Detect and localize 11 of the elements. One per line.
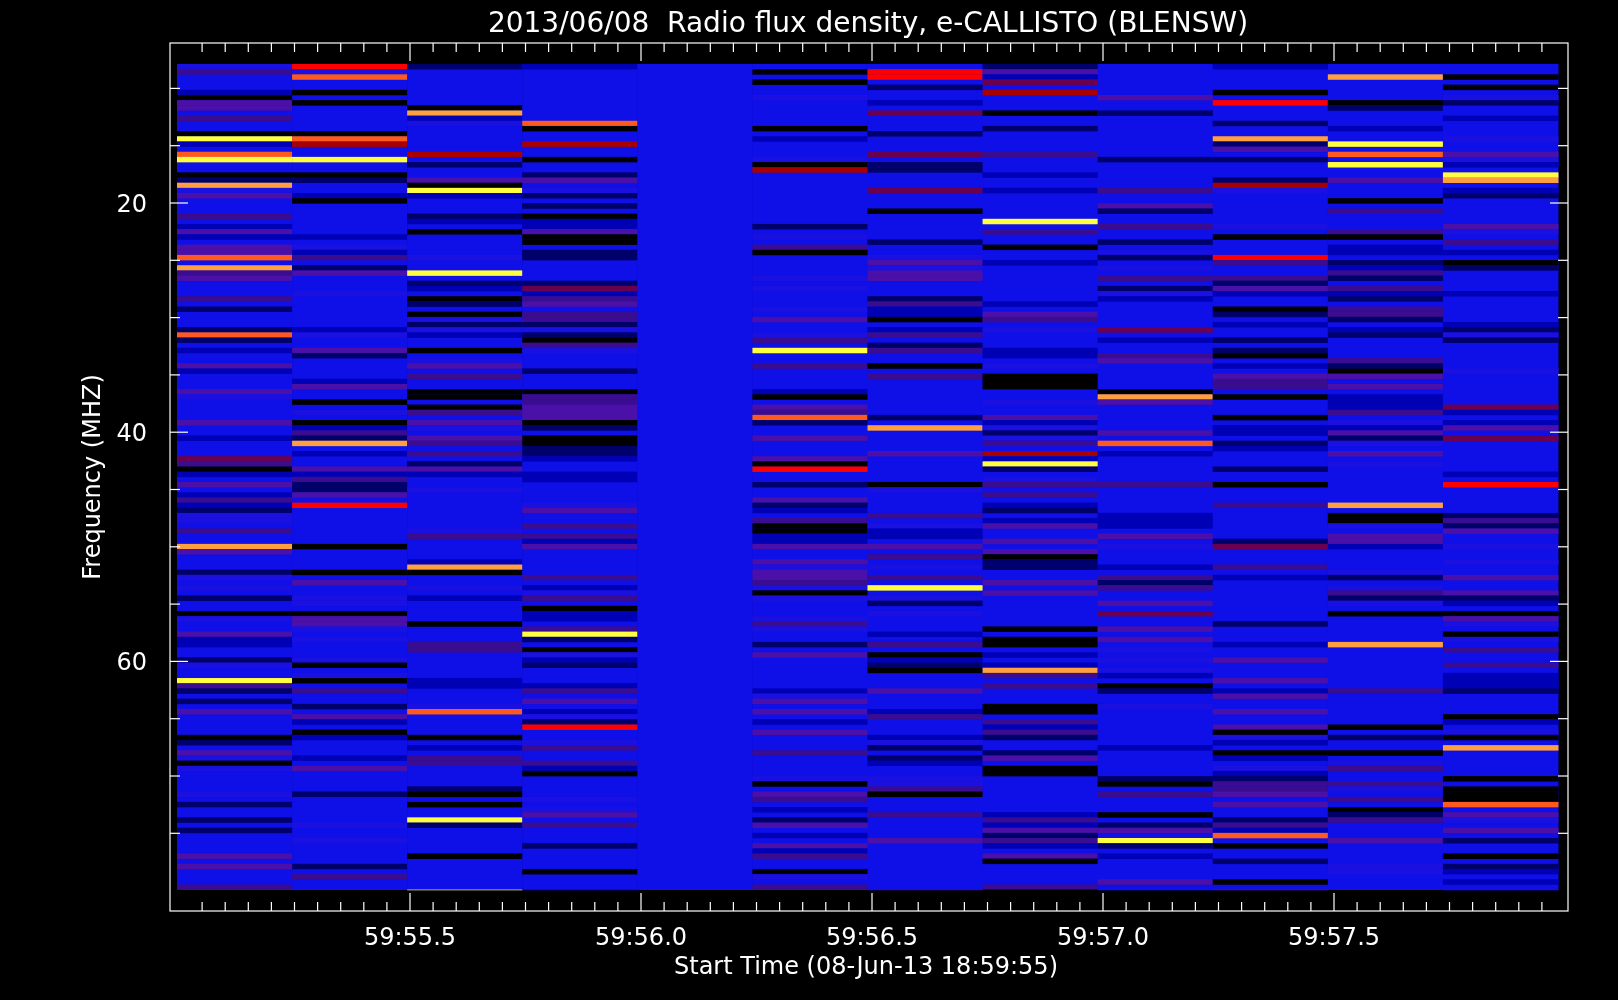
y-tick-label: 40: [116, 419, 147, 448]
y-axis-label: Frequency (MHZ): [78, 374, 106, 580]
x-tick-label: 59:57.5: [1287, 923, 1381, 951]
x-axis-label: Start Time (08-Jun-13 18:59:55): [674, 952, 1058, 980]
x-tick-label: 59:56.0: [594, 923, 688, 951]
y-tick-label: 60: [116, 648, 147, 677]
x-tick-label: 59:56.5: [825, 923, 919, 951]
x-tick-label: 59:57.0: [1056, 923, 1150, 951]
chart-title: 2013/06/08 Radio flux density, e-CALLISTO (BLENSW): [487, 6, 1249, 39]
x-tick-label: 59:55.5: [363, 923, 457, 951]
y-tick-label: 20: [116, 190, 147, 218]
